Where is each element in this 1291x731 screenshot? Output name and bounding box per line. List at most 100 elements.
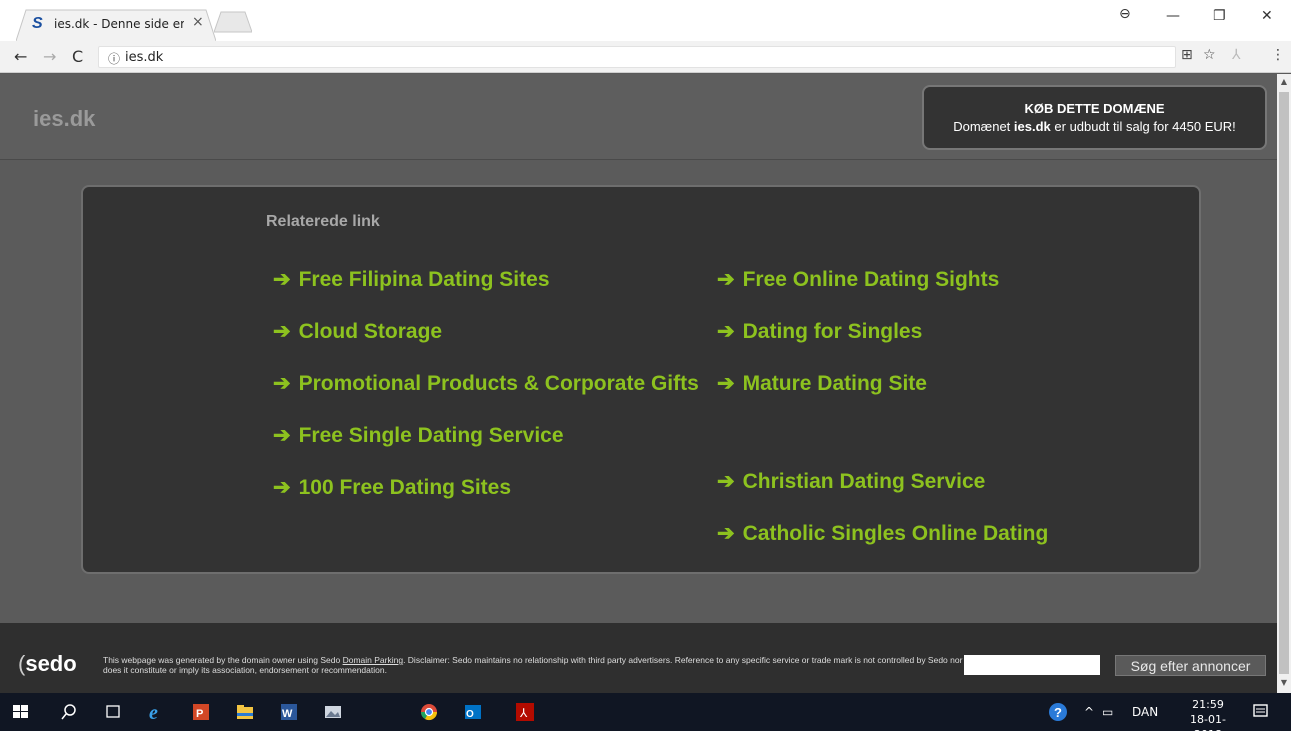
clock-time: 21:59 xyxy=(1192,698,1224,711)
related-link[interactable]: ➔ Free Online Dating Sights xyxy=(717,257,1162,303)
file-explorer-icon[interactable] xyxy=(234,702,256,722)
page-scrollbar[interactable]: ▲ ▼ xyxy=(1277,74,1291,693)
battery-icon[interactable]: ▭ xyxy=(1102,705,1113,719)
related-link-label: Christian Dating Service xyxy=(742,470,986,493)
related-links-heading: Relaterede link xyxy=(266,213,380,230)
buy-line-suffix: er udbudt til salg for 4450 EUR! xyxy=(1050,119,1236,134)
related-link[interactable]: ➔ Free Single Dating Service xyxy=(273,413,718,459)
chrome-icon[interactable] xyxy=(418,702,440,722)
address-bar[interactable]: ⓘ ies.dk xyxy=(98,46,1176,68)
ad-search-button[interactable]: Søg efter annoncer xyxy=(1115,655,1266,676)
search-icon[interactable] xyxy=(58,702,80,722)
related-link-label: 100 Free Dating Sites xyxy=(298,476,512,499)
close-window-button[interactable]: ✕ xyxy=(1261,8,1273,24)
url-text[interactable]: ies.dk xyxy=(125,50,163,65)
arrow-right-icon: ➔ xyxy=(717,470,735,493)
tray-chevron-up-icon[interactable]: ^ xyxy=(1084,705,1094,719)
tab-close-icon[interactable]: × xyxy=(192,14,204,30)
translate-icon[interactable]: ⊞ xyxy=(1181,47,1193,63)
tab-strip: S ies.dk - Denne side er til × ⊖ — ❐ ✕ xyxy=(0,0,1291,41)
related-link[interactable]: ➔ Promotional Products & Corporate Gifts xyxy=(273,361,718,407)
arrow-right-icon: ➔ xyxy=(273,268,291,291)
buy-line-domain: ies.dk xyxy=(1013,119,1051,134)
reload-button[interactable]: C xyxy=(72,47,83,66)
sedo-favicon-icon: S xyxy=(32,15,43,32)
browser-tab[interactable]: S ies.dk - Denne side er til × xyxy=(16,9,216,41)
svg-text:⅄: ⅄ xyxy=(519,706,528,720)
task-view-icon[interactable] xyxy=(102,702,124,722)
related-links-panel: Relaterede link ➔ Free Filipina Dating Si… xyxy=(81,185,1201,574)
ad-search-input[interactable] xyxy=(964,655,1100,675)
scroll-up-arrow-icon[interactable]: ▲ xyxy=(1279,77,1289,89)
acrobat-icon[interactable]: ⅄ xyxy=(514,702,536,722)
clock-date: 18-01-2018 xyxy=(1190,713,1226,731)
page-header: ies.dk KØB DETTE DOMÆNE Domænet ies.dk e… xyxy=(0,74,1277,160)
related-link[interactable]: ➔ Christian Dating Service xyxy=(717,459,1162,505)
related-link[interactable]: ➔ 100 Free Dating Sites xyxy=(273,465,718,511)
svg-text:P: P xyxy=(196,708,203,720)
help-icon[interactable]: ? xyxy=(1048,702,1068,722)
bookmark-star-icon[interactable]: ☆ xyxy=(1203,47,1216,63)
restore-button[interactable]: ❐ xyxy=(1213,8,1226,24)
arrow-right-icon: ➔ xyxy=(273,320,291,343)
new-tab-button[interactable] xyxy=(214,11,252,33)
site-name: ies.dk xyxy=(33,106,96,131)
arrow-right-icon: ➔ xyxy=(717,522,735,545)
notification-center-icon[interactable] xyxy=(1251,702,1271,722)
svg-text:O: O xyxy=(466,709,474,720)
minimize-button[interactable]: — xyxy=(1166,8,1180,24)
taskbar-clock[interactable]: 21:59 18-01-2018 xyxy=(1180,697,1236,731)
photos-icon[interactable] xyxy=(322,702,344,722)
arrow-right-icon: ➔ xyxy=(717,372,735,395)
domain-parking-link[interactable]: Domain Parking xyxy=(343,655,403,665)
related-link-label: Mature Dating Site xyxy=(742,372,927,395)
internet-explorer-icon[interactable]: e xyxy=(146,702,168,722)
buy-domain-text[interactable]: Domænet ies.dk er udbudt til salg for 44… xyxy=(924,119,1265,134)
language-indicator[interactable]: DAN xyxy=(1132,705,1158,719)
links-column-left: ➔ Free Filipina Dating Sites ➔ Cloud Stora… xyxy=(273,257,718,517)
scroll-thumb[interactable] xyxy=(1279,92,1289,674)
page-viewport: ies.dk KØB DETTE DOMÆNE Domænet ies.dk e… xyxy=(0,74,1277,693)
info-icon[interactable]: ⓘ xyxy=(108,50,120,67)
related-link-label: Promotional Products & Corporate Gifts xyxy=(298,372,699,395)
related-link[interactable]: ➔ Cloud Storage xyxy=(273,309,718,355)
buy-domain-box[interactable]: KØB DETTE DOMÆNE Domænet ies.dk er udbud… xyxy=(922,85,1267,150)
scroll-down-arrow-icon[interactable]: ▼ xyxy=(1279,678,1289,690)
arrow-right-icon: ➔ xyxy=(273,476,291,499)
svg-text:?: ? xyxy=(1054,705,1062,720)
menu-icon[interactable]: ⋮ xyxy=(1271,47,1285,63)
outlook-icon[interactable]: O xyxy=(462,702,484,722)
related-link[interactable]: ➔ Free Filipina Dating Sites xyxy=(273,257,718,303)
svg-text:W: W xyxy=(282,708,293,720)
powerpoint-icon[interactable]: P xyxy=(190,702,212,722)
arrow-right-icon: ➔ xyxy=(717,268,735,291)
related-link[interactable]: ➔ Catholic Singles Online Dating xyxy=(717,511,1162,557)
links-column-right: ➔ Free Online Dating Sights ➔ Dating for S… xyxy=(717,257,1162,563)
related-link-label: Dating for Singles xyxy=(742,320,923,343)
forward-button[interactable]: → xyxy=(43,47,56,66)
related-link[interactable]: ➔ Dating for Singles xyxy=(717,309,1162,355)
related-link-label: Free Online Dating Sights xyxy=(742,268,1000,291)
related-link-label: Free Single Dating Service xyxy=(298,424,564,447)
svg-text:e: e xyxy=(149,702,158,722)
arrow-right-icon: ➔ xyxy=(717,320,735,343)
windows-taskbar: e P W O ⅄ ? ^ ▭ DAN 21:59 18-01-2018 xyxy=(0,693,1291,731)
account-icon[interactable]: ⊖ xyxy=(1119,6,1131,22)
disclaimer-start: This webpage was generated by the domain… xyxy=(103,655,343,665)
arrow-right-icon: ➔ xyxy=(273,424,291,447)
arrow-right-icon: ➔ xyxy=(273,372,291,395)
sedo-footer: (sedo This webpage was generated by the … xyxy=(0,623,1277,693)
pdf-extension-icon[interactable]: ⅄ xyxy=(1232,47,1241,63)
back-button[interactable]: ← xyxy=(14,47,27,66)
related-link-label: Free Filipina Dating Sites xyxy=(298,268,550,291)
sedo-logo-text: sedo xyxy=(25,651,77,676)
word-icon[interactable]: W xyxy=(278,702,300,722)
sedo-logo[interactable]: (sedo xyxy=(18,651,77,677)
buy-line-prefix: Domænet xyxy=(953,119,1014,134)
related-link-label: Cloud Storage xyxy=(298,320,443,343)
buy-domain-title[interactable]: KØB DETTE DOMÆNE xyxy=(924,101,1265,116)
browser-toolbar: ← → C ⓘ ies.dk ⊞ ☆ ⅄ ⋮ xyxy=(0,41,1291,73)
related-link[interactable]: ➔ Mature Dating Site xyxy=(717,361,1162,407)
windows-start-icon[interactable] xyxy=(10,702,32,722)
disclaimer-text: This webpage was generated by the domain… xyxy=(103,655,963,675)
